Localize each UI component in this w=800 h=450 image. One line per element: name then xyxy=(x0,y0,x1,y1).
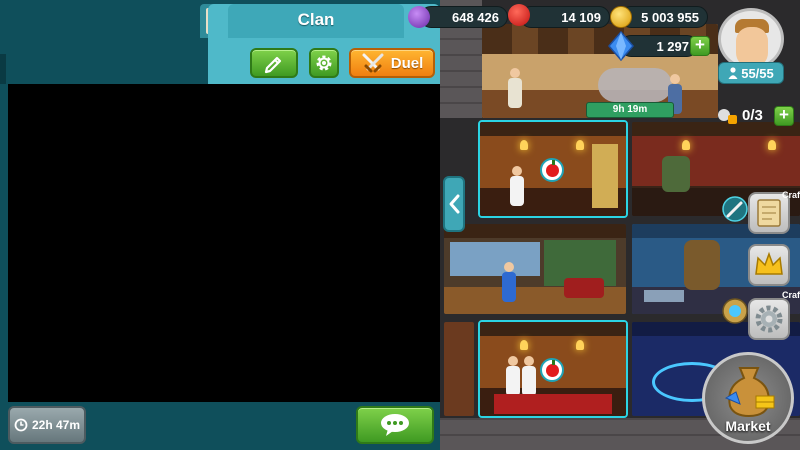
apple-icon[interactable] xyxy=(540,358,564,382)
elixir-value: 648 426 xyxy=(452,9,499,25)
gold-value: 5 003 955 xyxy=(641,9,699,25)
room-ceiling xyxy=(480,322,626,336)
gem-icon xyxy=(608,31,634,61)
pencil-icon xyxy=(264,56,282,74)
craft-label: Craft xyxy=(782,290,800,300)
gear-icon xyxy=(316,55,332,71)
sword-badge-icon[interactable] xyxy=(722,196,748,222)
clock-icon xyxy=(14,418,28,432)
golem-dweller[interactable] xyxy=(684,240,720,290)
buy-gems-button[interactable]: + xyxy=(690,36,710,56)
room-ceiling xyxy=(480,122,626,136)
goblin-dweller[interactable] xyxy=(662,156,690,192)
lamp-icon xyxy=(520,140,528,150)
shield-badge-icon[interactable] xyxy=(722,298,748,324)
elixir-icon xyxy=(408,6,430,28)
population-value: 55/55 xyxy=(741,65,774,81)
dweller[interactable] xyxy=(508,68,522,108)
construction-timer: 9h 19m xyxy=(586,102,674,118)
food-counter[interactable]: 14 109 xyxy=(520,6,610,28)
chevron-left-icon xyxy=(449,194,460,214)
apple-icon xyxy=(508,4,530,26)
elixir-counter[interactable]: 648 426 xyxy=(420,6,508,28)
edit-button[interactable] xyxy=(250,48,298,78)
panel-edge xyxy=(0,54,6,84)
lamp-icon xyxy=(520,340,528,350)
player-avatar[interactable] xyxy=(718,8,784,70)
duel-button[interactable]: Duel xyxy=(349,48,435,78)
worker-icon xyxy=(718,109,737,124)
avatar-face xyxy=(736,27,768,67)
wall-painting xyxy=(450,242,540,276)
workers-value: 0/3 xyxy=(742,106,763,124)
timer-value: 22h 47m xyxy=(31,418,81,432)
room-kitchen-2[interactable] xyxy=(478,320,628,418)
clan-title: Clan xyxy=(297,10,335,29)
settings-button[interactable] xyxy=(748,298,790,340)
room-armory[interactable] xyxy=(444,224,626,314)
market-label: Market xyxy=(725,418,771,434)
gear-icon xyxy=(755,305,783,333)
craft-label: Craft xyxy=(782,190,800,200)
room-partial[interactable] xyxy=(444,322,474,416)
lamp-icon xyxy=(768,140,776,150)
chat-button[interactable] xyxy=(356,406,434,444)
room-ceiling xyxy=(444,224,626,238)
collapse-panel-button[interactable] xyxy=(443,176,465,232)
crown-button[interactable] xyxy=(748,244,790,286)
add-worker-button[interactable]: + xyxy=(774,106,794,126)
gold-bag-icon xyxy=(724,367,775,418)
room-kitchen-1[interactable] xyxy=(478,120,628,218)
food-value: 14 109 xyxy=(561,9,601,25)
lamp-icon xyxy=(576,340,584,350)
chef-dweller[interactable] xyxy=(510,166,524,206)
lamp-icon xyxy=(576,140,584,150)
crown-icon xyxy=(755,251,783,275)
red-rug xyxy=(494,394,612,414)
knight-dweller[interactable] xyxy=(502,262,516,302)
population-counter[interactable]: 55/55 xyxy=(718,62,784,84)
person-icon xyxy=(728,67,738,79)
clan-chat-area[interactable] xyxy=(8,84,440,402)
cabinet xyxy=(592,144,618,208)
gold-coin-icon xyxy=(610,6,632,28)
clan-settings-button[interactable] xyxy=(309,48,339,78)
lamp-icon xyxy=(682,140,690,150)
gold-counter[interactable]: 5 003 955 xyxy=(620,6,708,28)
gems-value: 1 297 xyxy=(656,38,689,54)
smoke-cloud xyxy=(598,68,672,102)
apple-icon[interactable] xyxy=(540,158,564,182)
crossed-swords-icon xyxy=(362,53,384,73)
chef-dweller[interactable] xyxy=(506,356,520,396)
duel-label: Duel xyxy=(390,54,424,72)
chef-dweller[interactable] xyxy=(522,356,536,396)
anvil xyxy=(644,290,684,302)
chat-bubble-icon xyxy=(381,414,409,436)
red-chest xyxy=(564,278,604,298)
timer-pill[interactable]: 22h 47m xyxy=(8,406,86,444)
market-button[interactable]: Market xyxy=(702,352,798,444)
